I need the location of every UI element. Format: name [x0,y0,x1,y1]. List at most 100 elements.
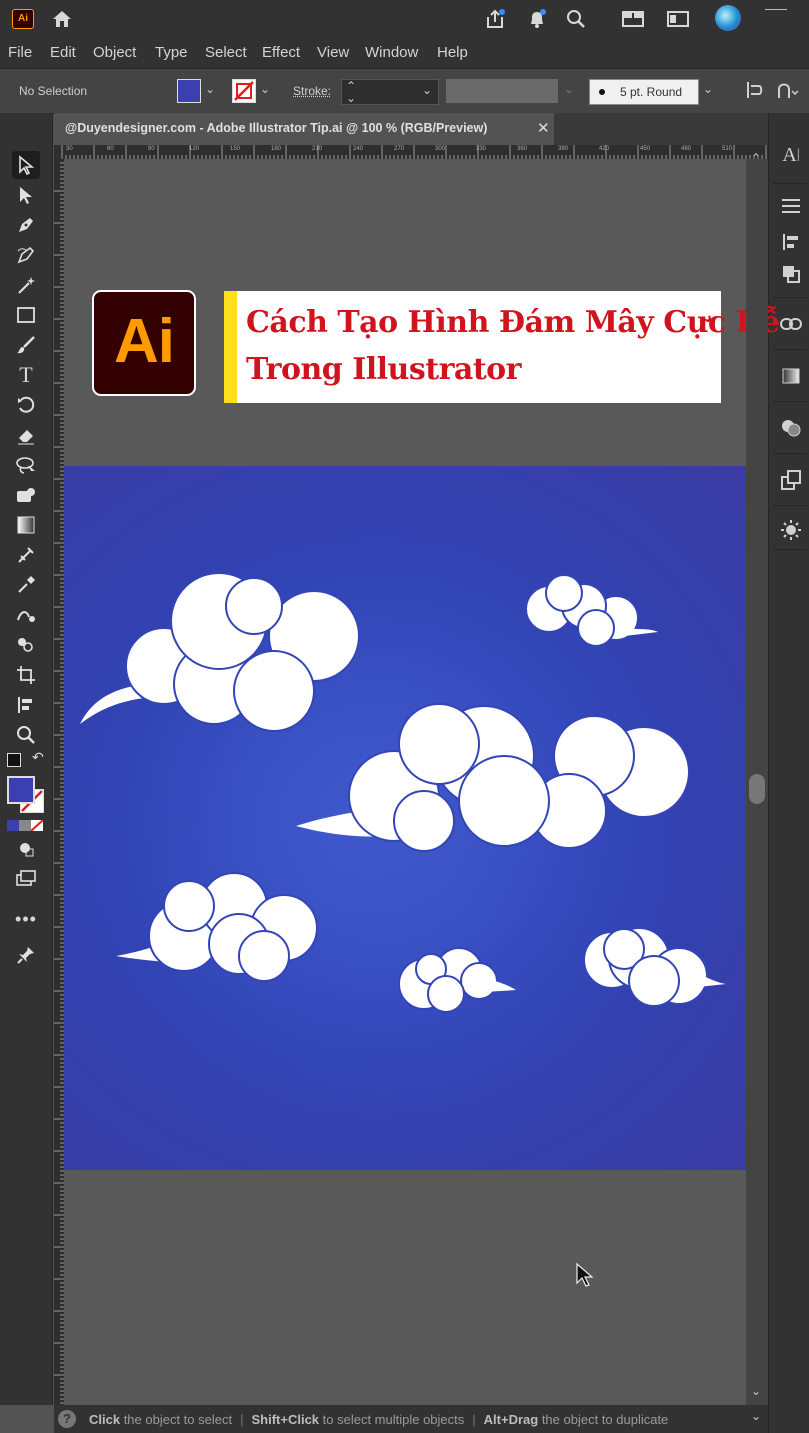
close-icon[interactable]: ✕ [537,119,550,137]
menu-view[interactable]: View [317,44,349,61]
menu-type[interactable]: Type [155,44,188,61]
align-icon[interactable] [745,80,765,105]
pen-tool-icon[interactable] [12,211,40,239]
direct-selection-tool-icon[interactable] [12,181,40,209]
hint-text: the object to select [120,1412,232,1427]
ruler-label: 480 [681,146,691,152]
pathfinder-panel-icon[interactable] [778,261,804,287]
align-panel-icon[interactable] [778,229,804,255]
rotate-tool-icon[interactable] [12,391,40,419]
help-icon[interactable]: ? [58,1410,76,1428]
accent-bar [224,291,237,403]
vertical-scrollbar[interactable]: ⌃ ⌄ [746,159,768,1405]
arrange-icon[interactable] [665,6,691,32]
bell-icon[interactable] [524,6,550,32]
vertical-ruler[interactable] [54,159,64,1405]
ai-logo-text: Ai [94,306,194,377]
banner-title-line1: Cách Tạo Hình Đám Mây Cực Dễ [246,305,780,340]
hint-text: the object to duplicate [538,1412,668,1427]
stepper-icon[interactable]: ⌃ ⌄ [346,80,356,104]
ruler-label: 450 [640,146,650,152]
gradient-tool-icon[interactable] [12,511,40,539]
scroll-down-icon[interactable]: ⌄ [751,1409,761,1423]
menu-effect[interactable]: Effect [262,44,300,61]
workspace-icon[interactable] [620,6,646,32]
eyedropper-icon[interactable] [12,571,40,599]
artboards-panel-icon[interactable] [778,467,804,493]
menu-help[interactable]: Help [437,44,468,61]
recolor-icon[interactable] [776,80,800,105]
default-colors-icon[interactable] [7,753,21,767]
blend-tool-icon[interactable] [12,601,40,629]
zoom-tool-icon[interactable] [12,721,40,749]
ruler-label: 420 [599,146,609,152]
eraser-tool-icon[interactable] [12,421,40,449]
type-tool-icon[interactable]: T [12,361,40,389]
links-panel-icon[interactable] [778,311,804,337]
chevron-down-icon[interactable]: ⌄ [564,82,574,96]
mouse-cursor [575,1262,595,1293]
menu-file[interactable]: File [8,44,32,61]
brush-dot-icon [599,89,605,95]
minimize-icon[interactable] [765,9,787,10]
lasso-tool-icon[interactable] [12,451,40,479]
stroke-swatch[interactable] [232,79,256,103]
hint-key: Click [89,1412,120,1427]
fill-color-box[interactable] [7,776,35,804]
app-logo: Ai [12,9,34,29]
transparency-panel-icon[interactable] [778,415,804,441]
stroke-weight-stepper[interactable]: ⌃ ⌄ ⌄ [341,79,439,105]
mesh-tool-icon[interactable] [12,541,40,569]
chevron-down-icon[interactable]: ⌄ [703,82,713,96]
artwork [64,466,746,1170]
sun-icon[interactable] [778,517,804,543]
chevron-down-icon[interactable]: ⌄ [205,82,215,96]
horizontal-ruler[interactable]: 30 60 90 120 150 180 210 240 270 300 330 360 390 420 4… [54,145,768,159]
more-tools-icon[interactable]: ••• [12,905,40,933]
avatar[interactable] [715,5,741,31]
brush-definition[interactable]: 5 pt. Round [589,79,699,105]
menu-window[interactable]: Window [365,44,418,61]
properties-panel-icon[interactable] [778,193,804,219]
scroll-up-icon[interactable]: ⌃ [751,151,761,165]
share-icon[interactable] [482,6,508,32]
gradient-panel-icon[interactable] [778,363,804,389]
selection-tool-icon[interactable] [12,151,40,179]
artboard[interactable] [64,466,746,1170]
artboard-tool-icon[interactable] [12,661,40,689]
variable-width-profile[interactable] [446,79,558,103]
fill-swatch[interactable] [177,79,201,103]
screen-mode-icon[interactable] [12,865,40,893]
document-tab[interactable]: @Duyendesigner.com - Adobe Illustrator T… [54,113,554,145]
curvature-tool-icon[interactable] [12,241,40,269]
tools-panel: T ↶ ••• [0,113,53,1405]
ruler-label: 30 [66,146,73,152]
paintbrush-tool-icon[interactable] [12,331,40,359]
ruler-ticks [54,159,64,1405]
ruler-label: 360 [517,146,527,152]
color-mode-bar[interactable] [7,820,43,831]
menu-select[interactable]: Select [205,44,247,61]
symbol-sprayer-icon[interactable] [12,631,40,659]
rectangle-tool-icon[interactable] [12,301,40,329]
menu-object[interactable]: Object [93,44,136,61]
draw-mode-icon[interactable] [12,835,40,863]
search-icon[interactable] [563,6,589,32]
ruler-label: 180 [271,146,281,152]
magic-wand-icon[interactable] [12,271,40,299]
scroll-thumb[interactable] [749,774,765,804]
scroll-down-icon[interactable]: ⌄ [751,1384,761,1398]
chevron-down-icon[interactable]: ⌄ [260,82,270,96]
chevron-down-icon[interactable]: ⌄ [422,83,432,97]
pin-icon[interactable] [12,941,40,969]
menu-edit[interactable]: Edit [50,44,76,61]
character-panel-icon[interactable]: A | [778,142,804,168]
home-icon[interactable] [49,6,75,32]
divider [773,183,806,184]
slice-tool-icon[interactable] [12,691,40,719]
ruler-label: 150 [230,146,240,152]
divider [773,349,806,350]
status-hint: Click the object to select | Shift+Click t… [89,1412,668,1427]
swap-colors-icon[interactable]: ↶ [32,749,44,766]
shape-builder-icon[interactable] [12,481,40,509]
